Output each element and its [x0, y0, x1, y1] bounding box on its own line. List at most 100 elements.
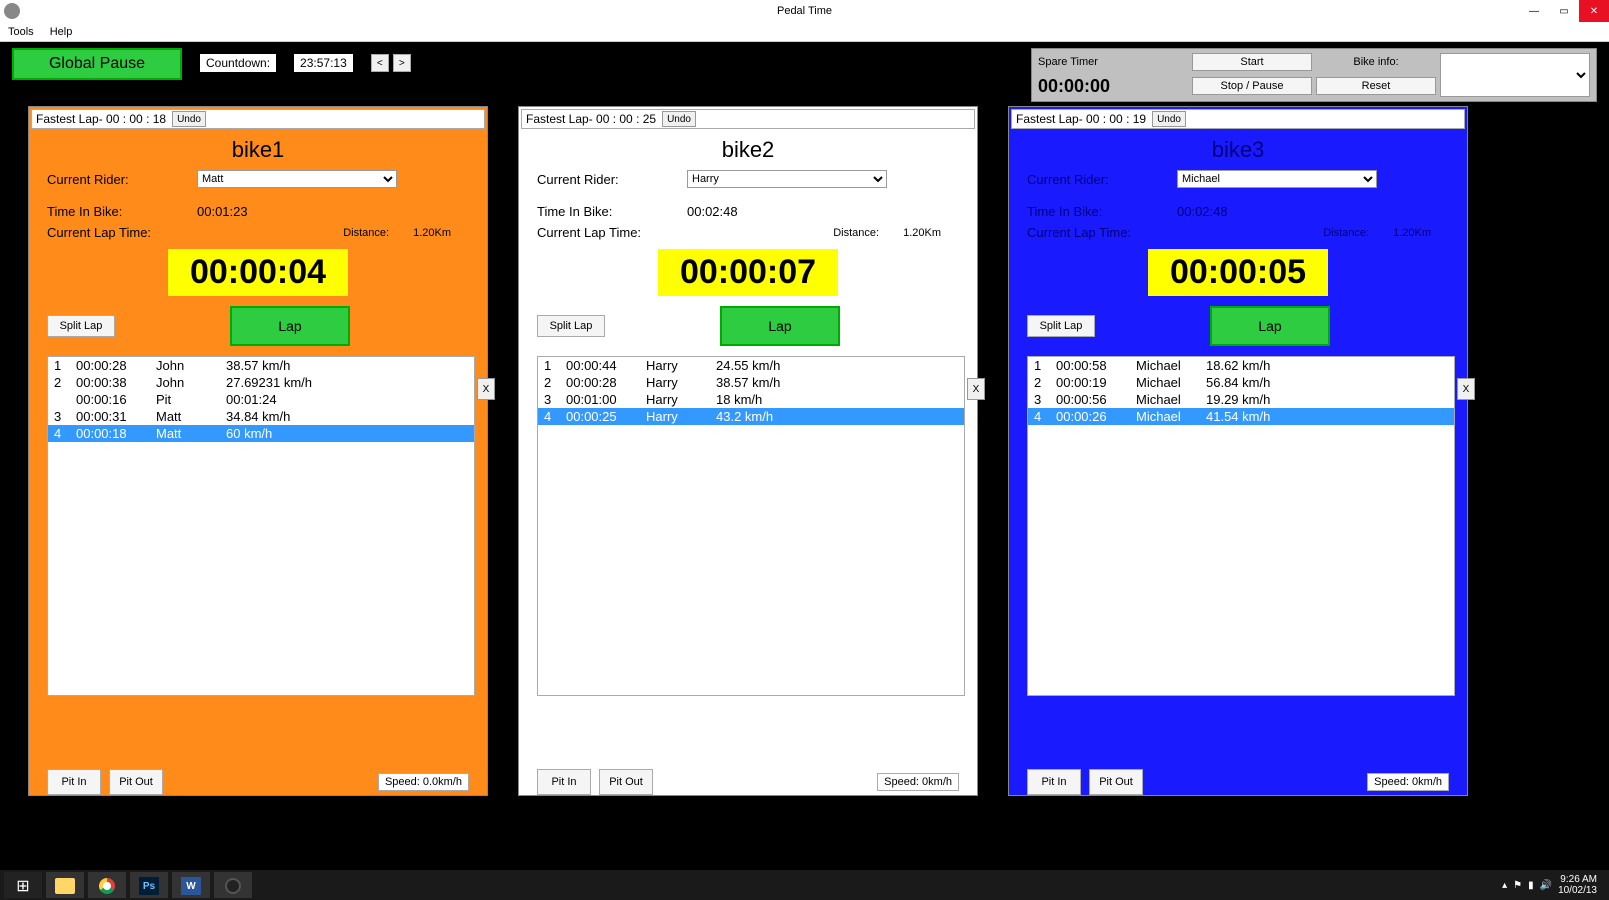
distance-label: Distance: [1323, 227, 1369, 239]
distance-value: 1.20Km [413, 227, 451, 239]
top-controls: Global Pause Countdown: 23:57:13 < > Spa… [0, 42, 1609, 106]
current-rider-row: Current Rider:Michael [1009, 167, 1467, 191]
bike-name: bike2 [519, 131, 977, 167]
taskbar-clock[interactable]: 9:26 AM 10/02/13 [1558, 874, 1597, 896]
delete-lap-button[interactable]: X [967, 378, 985, 400]
rider-select[interactable]: Michael [1177, 170, 1377, 188]
table-row[interactable]: 200:00:38John27.69231 km/h [48, 374, 474, 391]
lap-table[interactable]: 100:00:44Harry24.55 km/h200:00:28Harry38… [537, 356, 965, 696]
table-row[interactable]: 300:01:00Harry18 km/h [538, 391, 964, 408]
current-lap-label: Current Lap Time: [1027, 225, 1177, 240]
tray-volume-icon[interactable]: 🔊 [1540, 880, 1552, 891]
table-row[interactable]: 400:00:25Harry43.2 km/h [538, 408, 964, 425]
current-rider-label: Current Rider: [1027, 172, 1177, 187]
tray-chevron-icon[interactable]: ▴ [1502, 880, 1507, 891]
undo-button[interactable]: Undo [1152, 111, 1186, 127]
lap-timer: 00:00:05 [1148, 249, 1328, 296]
bottom-row: Pit InPit OutSpeed: 0km/h [519, 761, 977, 795]
global-pause-button[interactable]: Global Pause [12, 48, 182, 80]
system-tray: ▴ ⚑ ▮ 🔊 9:26 AM 10/02/13 [1502, 874, 1605, 896]
taskbar-time: 9:26 AM [1558, 874, 1597, 885]
time-in-bike-row: Time In Bike:00:01:23 [29, 201, 487, 222]
prev-button[interactable]: < [371, 54, 389, 72]
current-rider-label: Current Rider: [47, 172, 197, 187]
split-lap-button[interactable]: Split Lap [47, 315, 115, 337]
table-row[interactable]: 100:00:58Michael18.62 km/h [1028, 357, 1454, 374]
bike-panels: Fastest Lap- 00 : 00 : 18Undobike1Curren… [0, 106, 1609, 796]
split-lap-button[interactable]: Split Lap [1027, 315, 1095, 337]
time-in-bike-label: Time In Bike: [537, 204, 687, 219]
time-in-bike-label: Time In Bike: [1027, 204, 1177, 219]
pit-in-button[interactable]: Pit In [47, 769, 101, 795]
distance-value: 1.20Km [903, 227, 941, 239]
taskbar-app[interactable] [214, 872, 252, 898]
rider-select[interactable]: Harry [687, 170, 887, 188]
time-in-bike-label: Time In Bike: [47, 204, 197, 219]
bike-name: bike1 [29, 131, 487, 167]
spare-timer-value: 00:00:00 [1038, 76, 1188, 97]
split-lap-button[interactable]: Split Lap [537, 315, 605, 337]
table-row[interactable]: 200:00:19Michael56.84 km/h [1028, 374, 1454, 391]
countdown-label: Countdown: [200, 54, 276, 72]
rider-select[interactable]: Matt [197, 170, 397, 188]
undo-button[interactable]: Undo [662, 111, 696, 127]
table-row[interactable]: 200:00:28Harry38.57 km/h [538, 374, 964, 391]
bike-info-select[interactable] [1440, 53, 1590, 97]
speed-display: Speed: 0km/h [1367, 773, 1449, 791]
undo-button[interactable]: Undo [172, 111, 206, 127]
fastest-lap-text: Fastest Lap- 00 : 00 : 19 [1016, 112, 1146, 126]
table-row[interactable]: 400:00:18Matt60 km/h [48, 425, 474, 442]
pit-out-button[interactable]: Pit Out [1089, 769, 1143, 795]
pit-in-button[interactable]: Pit In [1027, 769, 1081, 795]
table-row[interactable]: 100:00:28John38.57 km/h [48, 357, 474, 374]
maximize-button[interactable]: ▭ [1549, 0, 1579, 22]
menu-tools[interactable]: Tools [4, 24, 38, 40]
lap-controls: Split Lap Lap [1009, 306, 1467, 352]
menu-help[interactable]: Help [46, 24, 77, 40]
lap-table[interactable]: 100:00:28John38.57 km/h200:00:38John27.6… [47, 356, 475, 696]
pit-in-button[interactable]: Pit In [537, 769, 591, 795]
table-row[interactable]: 300:00:31Matt34.84 km/h [48, 408, 474, 425]
nav-buttons: < > [371, 54, 411, 72]
spare-reset-button[interactable]: Reset [1316, 77, 1436, 95]
next-button[interactable]: > [393, 54, 411, 72]
lap-button[interactable]: Lap [720, 306, 840, 346]
pit-out-button[interactable]: Pit Out [109, 769, 163, 795]
table-row[interactable]: 300:00:56Michael19.29 km/h [1028, 391, 1454, 408]
tray-network-icon[interactable]: ▮ [1528, 880, 1534, 891]
countdown-value: 23:57:13 [294, 54, 353, 72]
distance-row: Distance: 1.20Km [1195, 225, 1467, 241]
table-row[interactable]: 100:00:44Harry24.55 km/h [538, 357, 964, 374]
tray-flag-icon[interactable]: ⚑ [1513, 880, 1522, 891]
time-in-bike-value: 00:02:48 [687, 204, 738, 219]
start-button[interactable]: ⊞ [4, 872, 42, 898]
taskbar-photoshop[interactable]: Ps [130, 872, 168, 898]
taskbar-chrome[interactable] [88, 872, 126, 898]
app-title: Pedal Time [777, 5, 832, 17]
lap-table[interactable]: 100:00:58Michael18.62 km/h200:00:19Micha… [1027, 356, 1455, 696]
spare-start-button[interactable]: Start [1192, 53, 1312, 71]
bottom-row: Pit InPit OutSpeed: 0.0km/h [29, 761, 487, 795]
bike-panel-1: Fastest Lap- 00 : 00 : 18Undobike1Curren… [28, 106, 488, 796]
taskbar-date: 10/02/13 [1558, 885, 1597, 896]
titlebar: Pedal Time — ▭ ✕ [0, 0, 1609, 22]
table-row[interactable]: 00:00:16Pit00:01:24 [48, 391, 474, 408]
current-rider-row: Current Rider:Harry [519, 167, 977, 191]
lap-timer: 00:00:07 [658, 249, 838, 296]
delete-lap-button[interactable]: X [477, 378, 495, 400]
distance-value: 1.20Km [1393, 227, 1431, 239]
taskbar-explorer[interactable] [46, 872, 84, 898]
lap-controls: Split Lap Lap [519, 306, 977, 352]
delete-lap-button[interactable]: X [1457, 378, 1475, 400]
lap-button[interactable]: Lap [230, 306, 350, 346]
minimize-button[interactable]: — [1519, 0, 1549, 22]
lap-button[interactable]: Lap [1210, 306, 1330, 346]
menubar: Tools Help [0, 22, 1609, 42]
lap-timer: 00:00:04 [168, 249, 348, 296]
pit-out-button[interactable]: Pit Out [599, 769, 653, 795]
spare-stop-button[interactable]: Stop / Pause [1192, 77, 1312, 95]
current-lap-label: Current Lap Time: [537, 225, 687, 240]
table-row[interactable]: 400:00:26Michael41.54 km/h [1028, 408, 1454, 425]
close-button[interactable]: ✕ [1579, 0, 1609, 22]
taskbar-word[interactable]: W [172, 872, 210, 898]
